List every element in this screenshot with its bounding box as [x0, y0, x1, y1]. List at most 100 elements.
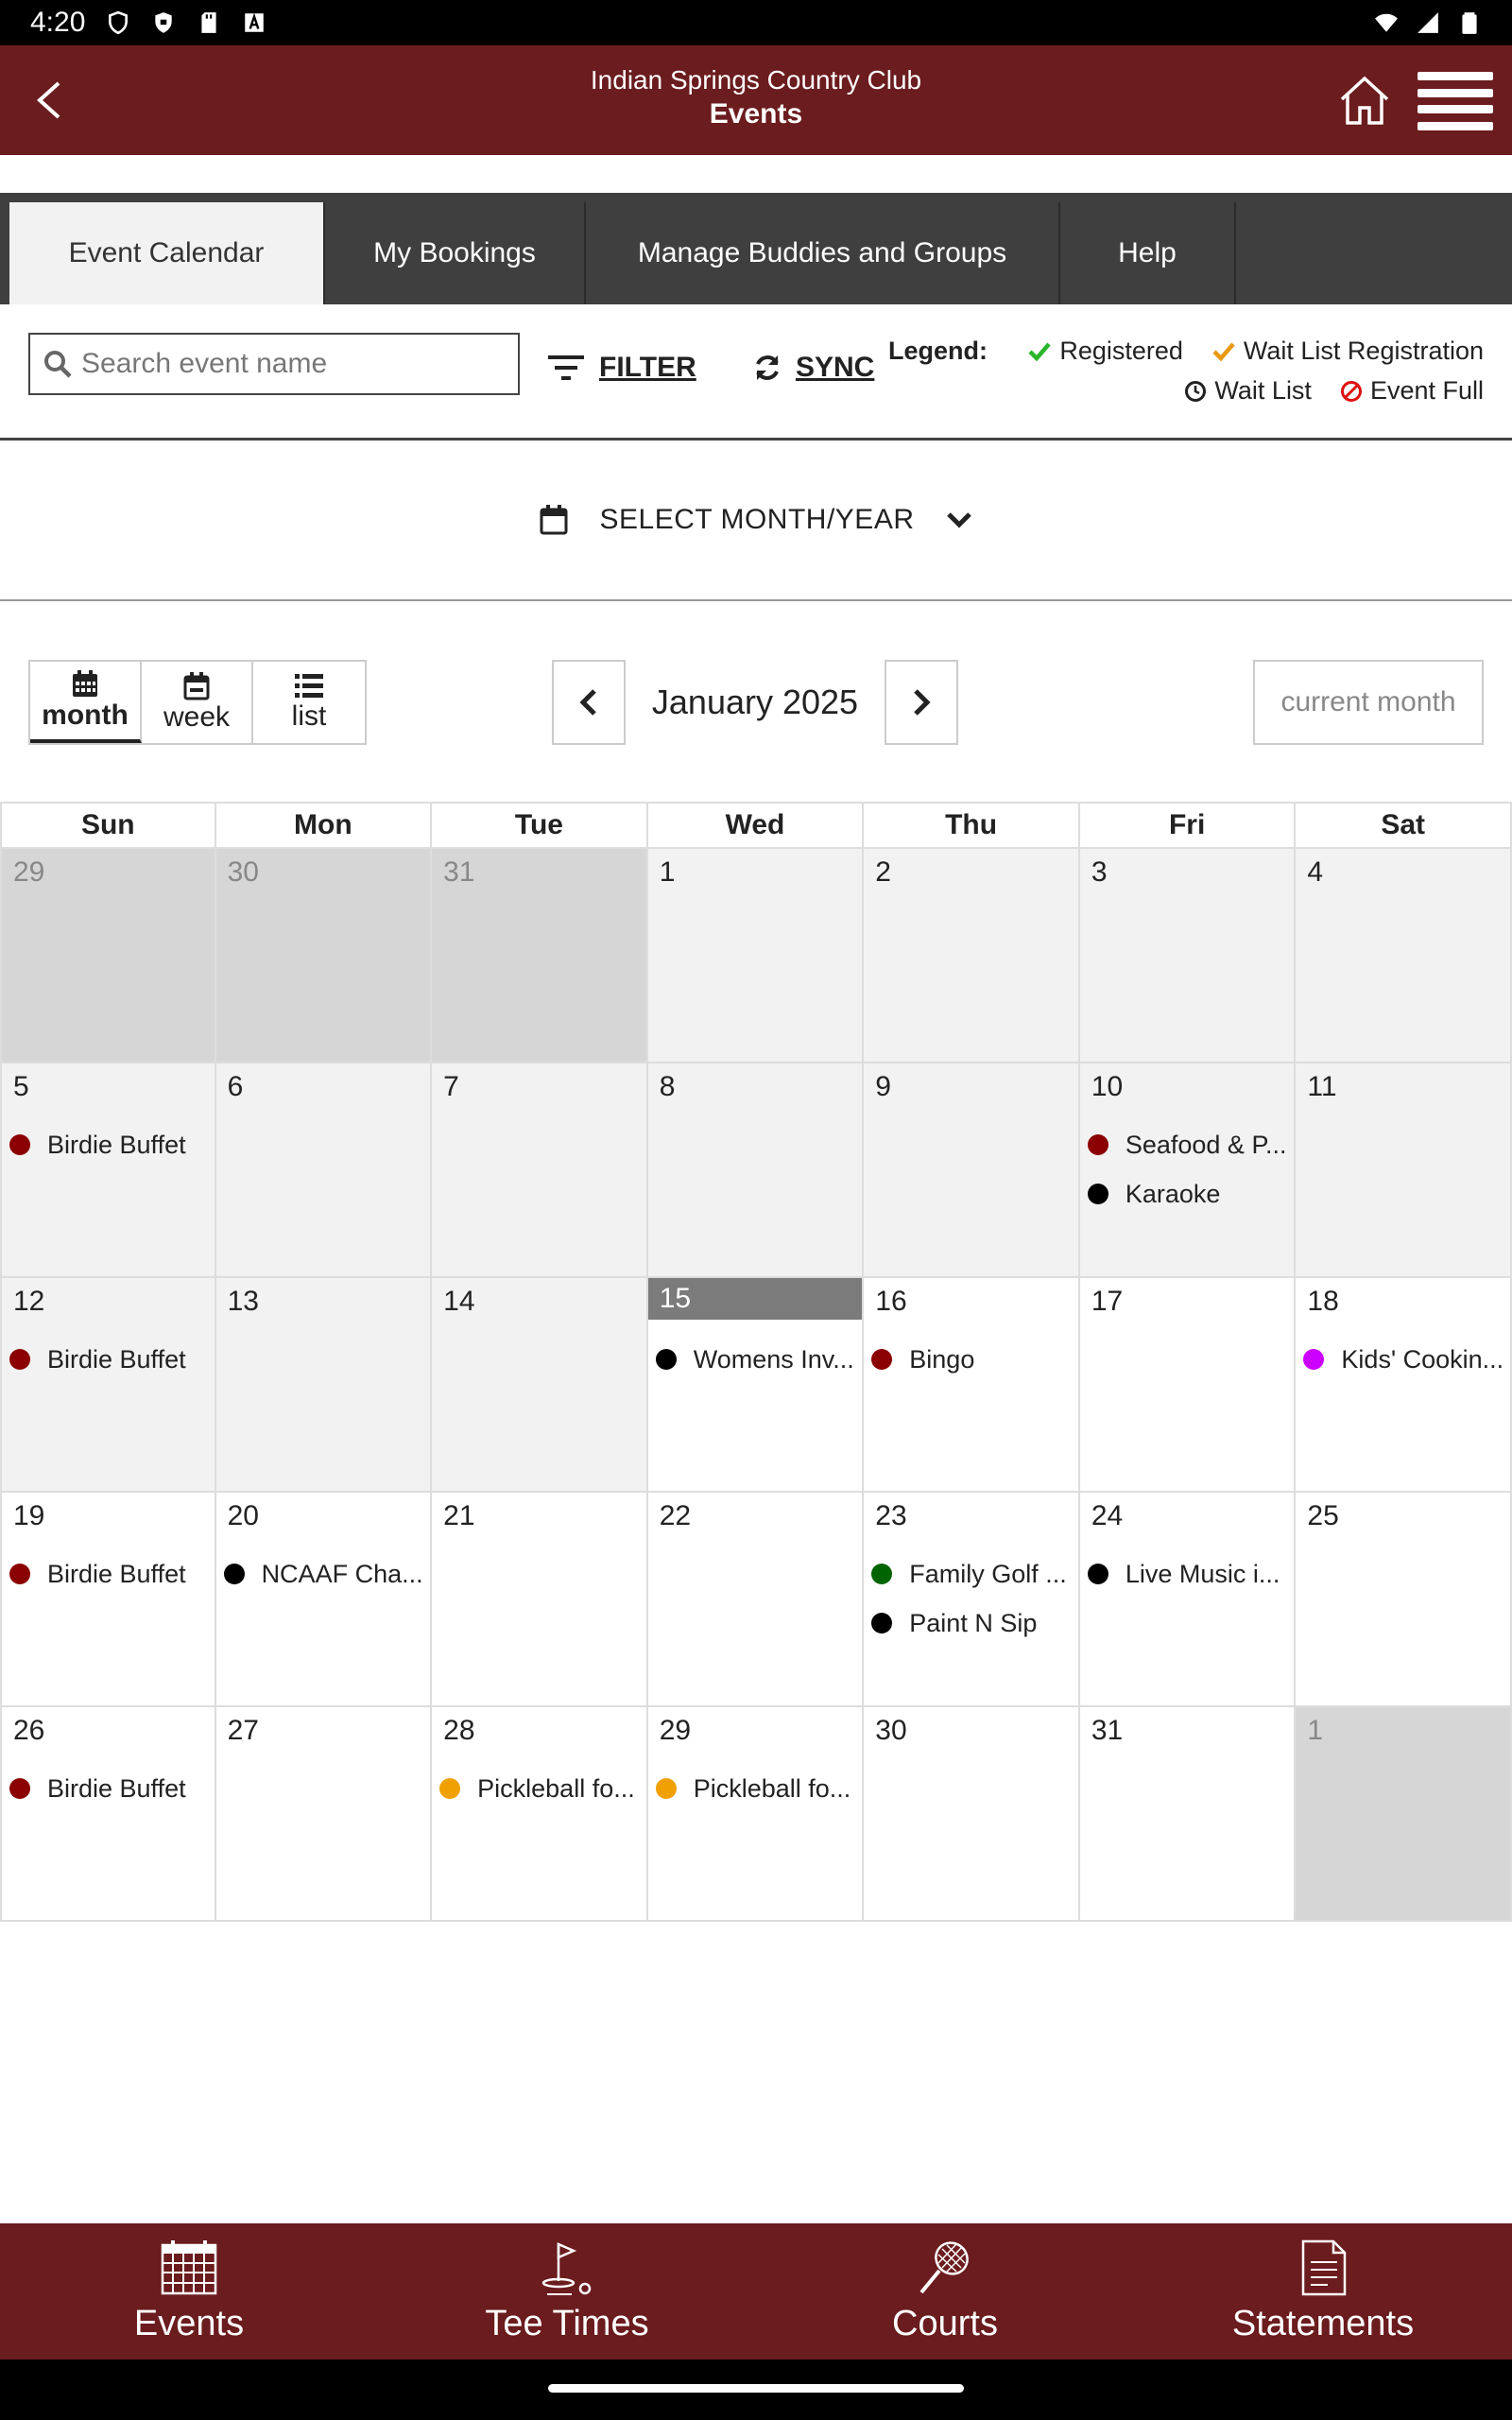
- calendar-day-cell[interactable]: 29: [0, 849, 216, 1063]
- tab-event-calendar[interactable]: Event Calendar: [9, 202, 325, 304]
- calendar-event[interactable]: Birdie Buffet: [9, 1120, 209, 1169]
- weekday-label: Mon: [216, 804, 433, 847]
- tab-manage-buddies-groups[interactable]: Manage Buddies and Groups: [586, 202, 1060, 304]
- calendar-day-cell[interactable]: 4: [1296, 849, 1512, 1063]
- view-week-button[interactable]: week: [142, 662, 253, 743]
- calendar-day-cell[interactable]: 11: [1296, 1063, 1512, 1278]
- event-color-dot: [9, 1349, 30, 1370]
- event-color-dot: [1087, 1184, 1108, 1204]
- calendar-event[interactable]: Birdie Buffet: [9, 1549, 209, 1599]
- hamburger-menu-button[interactable]: [1418, 68, 1493, 134]
- calendar-day-cell[interactable]: 5 Birdie Buffet: [0, 1063, 216, 1278]
- calendar-event[interactable]: Womens Inv...: [655, 1335, 857, 1384]
- event-color-dot: [9, 1134, 30, 1155]
- calendar-day-cell[interactable]: 26 Birdie Buffet: [0, 1707, 216, 1922]
- day-events: Birdie Buffet: [9, 1764, 209, 1813]
- tennis-racket-icon: [919, 2240, 969, 2293]
- calendar-event[interactable]: Seafood & P...: [1087, 1120, 1289, 1169]
- cell-signal-icon: [1418, 12, 1438, 33]
- calendar-event[interactable]: Live Music i...: [1087, 1549, 1289, 1599]
- calendar-day-cell[interactable]: 31: [432, 849, 648, 1063]
- calendar-event[interactable]: Karaoke: [1087, 1169, 1289, 1219]
- calendar-day-cell[interactable]: 29 Pickleball fo...: [647, 1707, 865, 1922]
- calendar-day-cell[interactable]: 1: [1296, 1707, 1512, 1922]
- legend-wait-list: Wait List: [1184, 376, 1312, 406]
- legend-row: Registered Wait List Registration: [1027, 337, 1484, 366]
- weekday-label: Sat: [1296, 804, 1512, 847]
- chevron-left-icon: [579, 689, 596, 716]
- golf-flag-icon: [541, 2241, 592, 2295]
- bottom-nav-courts[interactable]: Courts: [756, 2223, 1134, 2360]
- calendar-day-cell[interactable]: 30: [864, 1707, 1080, 1922]
- home-icon: [1340, 76, 1389, 125]
- day-number: 22: [659, 1500, 692, 1531]
- calendar-day-cell[interactable]: 28 Pickleball fo...: [432, 1707, 648, 1922]
- search-input[interactable]: [81, 348, 497, 380]
- calendar-day-cell[interactable]: 17: [1079, 1278, 1297, 1493]
- calendar-event[interactable]: Birdie Buffet: [9, 1764, 209, 1813]
- checkmark-green-icon: [1028, 342, 1052, 361]
- calendar-day-cell[interactable]: 14: [432, 1278, 648, 1493]
- calendar-day-cell[interactable]: 2: [864, 849, 1080, 1063]
- page-title: Events: [709, 98, 803, 130]
- bottom-nav-statements[interactable]: Statements: [1134, 2223, 1512, 2360]
- calendar-day-cell[interactable]: 24 Live Music i...: [1079, 1493, 1297, 1707]
- calendar-day-cell[interactable]: 23 Family Golf ... Paint N Sip: [864, 1493, 1080, 1707]
- calendar-day-cell[interactable]: 7: [432, 1063, 648, 1278]
- calendar-day-cell[interactable]: 22: [647, 1493, 865, 1707]
- calendar-event[interactable]: Family Golf ...: [871, 1549, 1073, 1599]
- event-color-dot: [871, 1613, 893, 1634]
- search-box[interactable]: [28, 333, 520, 395]
- gesture-handle[interactable]: [548, 2384, 964, 2393]
- tab-help[interactable]: Help: [1060, 202, 1236, 304]
- calendar-event[interactable]: NCAAF Cha...: [223, 1549, 425, 1599]
- calendar-day-cell[interactable]: 21: [432, 1493, 648, 1707]
- day-number: 2: [875, 856, 891, 888]
- calendar-day-cell[interactable]: 31: [1079, 1707, 1297, 1922]
- event-color-dot: [655, 1778, 677, 1799]
- calendar-day-cell[interactable]: 3: [1079, 849, 1297, 1063]
- view-month-button[interactable]: month: [30, 662, 142, 743]
- home-button[interactable]: [1334, 70, 1395, 130]
- calendar-day-cell[interactable]: 30: [215, 849, 433, 1063]
- sync-button[interactable]: SYNC: [752, 352, 874, 384]
- next-month-button[interactable]: [885, 660, 958, 745]
- header-titles: Indian Springs Country Club Events: [0, 64, 1512, 132]
- calendar-event[interactable]: Kids' Cookin...: [1303, 1335, 1504, 1384]
- bottom-nav-courts-label: Courts: [892, 2303, 998, 2343]
- calendar-day-cell[interactable]: 9: [864, 1063, 1080, 1278]
- legend-event-full-label: Event Full: [1369, 376, 1484, 405]
- previous-month-button[interactable]: [552, 660, 626, 745]
- calendar-event[interactable]: Birdie Buffet: [9, 1335, 209, 1384]
- calendar-day-cell[interactable]: 10 Seafood & P... Karaoke: [1079, 1063, 1297, 1278]
- calendar-day-cell[interactable]: 16 Bingo: [864, 1278, 1080, 1493]
- calendar-day-cell[interactable]: 1: [647, 849, 865, 1063]
- calendar-day-cell[interactable]: 13: [215, 1278, 433, 1493]
- select-month-year-button[interactable]: SELECT MONTH/YEAR: [0, 441, 1512, 601]
- tab-my-bookings[interactable]: My Bookings: [325, 202, 586, 304]
- bottom-nav-events[interactable]: Events: [0, 2223, 378, 2360]
- calendar-day-cell[interactable]: 19 Birdie Buffet: [0, 1493, 216, 1707]
- calendar-day-cell[interactable]: 25: [1296, 1493, 1512, 1707]
- calendar-day-cell[interactable]: 18 Kids' Cookin...: [1296, 1278, 1512, 1493]
- calendar-event[interactable]: Paint N Sip: [871, 1599, 1073, 1648]
- calendar-day-cell[interactable]: 8: [647, 1063, 865, 1278]
- bottom-nav-tee-times[interactable]: Tee Times: [378, 2223, 756, 2360]
- calendar-day-cell[interactable]: 27: [215, 1707, 433, 1922]
- day-number: 19: [13, 1500, 45, 1531]
- shield-icon: [109, 10, 129, 35]
- calendar-day-cell[interactable]: 6: [215, 1063, 433, 1278]
- calendar-day-cell[interactable]: 15 Womens Inv...: [647, 1278, 865, 1493]
- calendar-event[interactable]: Pickleball fo...: [655, 1764, 857, 1813]
- current-month-button[interactable]: current month: [1253, 660, 1484, 745]
- status-notification-icons: [106, 10, 266, 35]
- filter-button[interactable]: FILTER: [546, 352, 696, 384]
- calendar-event[interactable]: Bingo: [871, 1335, 1073, 1384]
- calendar-day-cell[interactable]: 12 Birdie Buffet: [0, 1278, 216, 1493]
- calendar-event[interactable]: Pickleball fo...: [439, 1764, 641, 1813]
- calendar-day-cell[interactable]: 20 NCAAF Cha...: [215, 1493, 433, 1707]
- legend-wait-list-label: Wait List: [1214, 376, 1312, 405]
- view-list-button[interactable]: list: [253, 662, 365, 743]
- month-calendar: Sun Mon Tue Wed Thu Fri Sat 29 30 31 1 2 3 4 5 B…: [0, 802, 1512, 1922]
- calendar-week-icon: [183, 672, 210, 700]
